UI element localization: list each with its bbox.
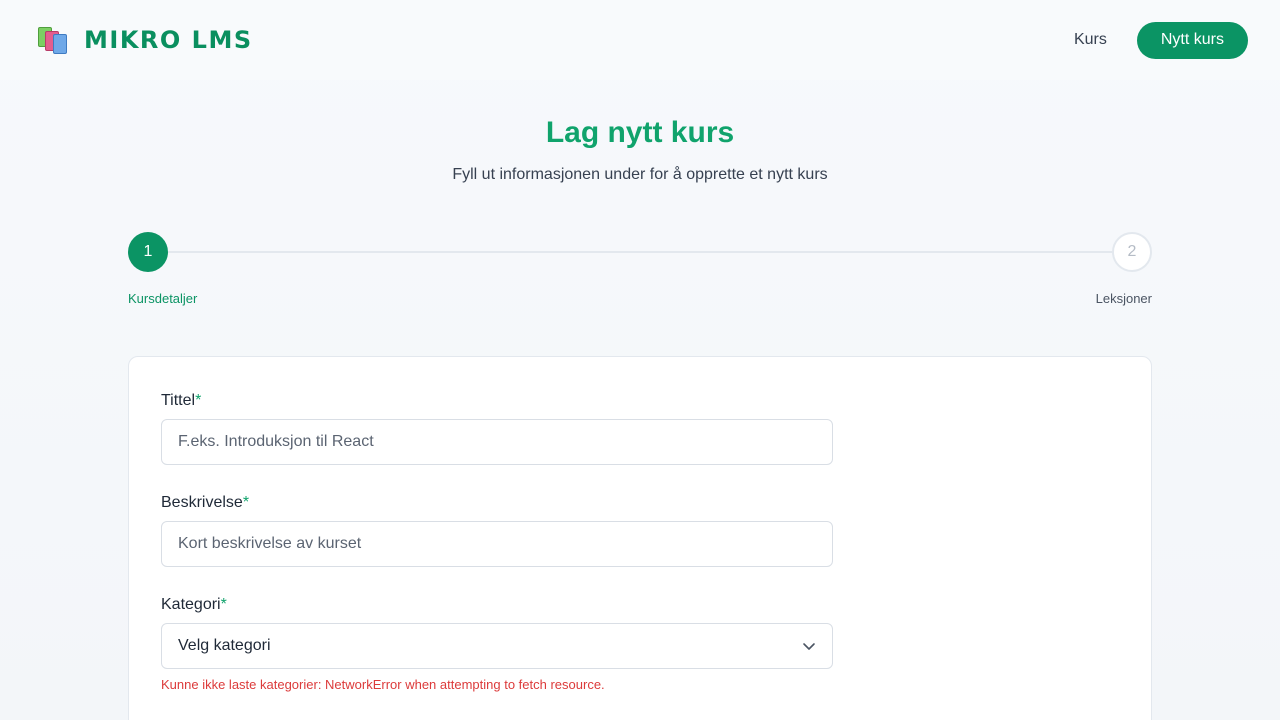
category-error-message: Kunne ikke laste kategorier: NetworkErro… [161,677,605,692]
step-2-label: Leksjoner [1095,291,1152,306]
required-mark: * [195,392,202,409]
books-icon [36,25,70,55]
step-2-circle[interactable]: 2 [1112,232,1152,272]
page-title: Lag nytt kurs [545,116,735,149]
category-select[interactable]: Velg kategori [161,623,833,669]
course-form-card: Tittel* Beskrivelse* Kategori* Velg kate… [128,356,1152,720]
main-nav: Kurs Nytt kurs [1074,21,1248,59]
new-course-button[interactable]: Nytt kurs [1136,21,1248,59]
stepper: 1 2 Kursdetaljer Leksjoner [128,232,1152,312]
required-mark: * [242,494,250,511]
page-subtitle: Fyll ut informasjonen under for å oppret… [452,166,828,183]
description-label: Beskrivelse* [161,494,250,511]
logo[interactable]: MIKRO LMS [36,25,253,55]
stepper-line [168,251,1112,253]
required-mark: * [220,596,227,613]
category-field-group: Kategori* Velg kategori Kunne ikke laste… [161,596,833,692]
logo-text: MIKRO LMS [84,26,253,54]
category-label: Kategori* [161,596,227,613]
title-input[interactable] [161,419,833,465]
description-field-group: Beskrivelse* [161,494,833,567]
step-1-circle[interactable]: 1 [128,232,168,272]
title-field-group: Tittel* [161,392,833,465]
description-input[interactable] [161,521,833,567]
page-heading: Lag nytt kurs Fyll ut informasjonen unde… [0,116,1280,184]
top-header: MIKRO LMS Kurs Nytt kurs [0,0,1280,80]
title-label: Tittel* [161,392,202,409]
chevron-down-icon [803,643,815,650]
step-1-label: Kursdetaljer [128,291,198,306]
category-select-value: Velg kategori [178,637,271,654]
nav-link-courses[interactable]: Kurs [1074,31,1107,49]
